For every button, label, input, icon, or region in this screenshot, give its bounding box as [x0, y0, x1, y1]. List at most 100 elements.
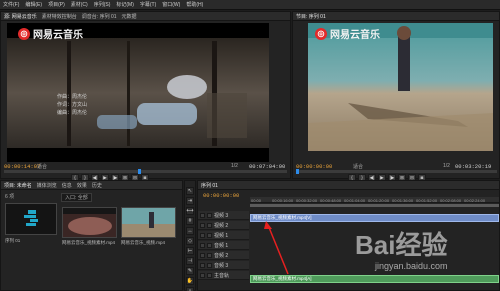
track-master: 主音轨: [198, 271, 249, 280]
menu-help[interactable]: 帮助(H): [186, 1, 203, 8]
tab-metadata[interactable]: 元数据: [122, 13, 137, 20]
menu-file[interactable]: 文件(F): [3, 1, 19, 8]
tab-history[interactable]: 历史: [92, 182, 102, 189]
program-scrub-bar[interactable]: [296, 170, 497, 173]
project-search-input[interactable]: 入口: 全部: [61, 193, 92, 202]
ruler-label: 00:01:36:00: [392, 198, 414, 203]
source-timecode-current[interactable]: 00:00:14:07: [4, 163, 40, 170]
baidu-watermark: Bai经验 jingyan.baidu.com: [355, 225, 495, 285]
source-watermark: ◎ 网易云音乐: [18, 26, 83, 41]
ruler-label: 00:00:16:00: [272, 198, 294, 203]
source-video-image: [7, 23, 269, 162]
lock-icon[interactable]: [207, 262, 212, 268]
lock-icon[interactable]: [207, 232, 212, 238]
netease-logo-icon: ◎: [315, 27, 327, 40]
work-area-bar[interactable]: [250, 204, 499, 207]
lock-icon[interactable]: [207, 242, 212, 248]
track-name: 音频 2: [214, 252, 229, 259]
timeline-tabbar: 序列 01: [198, 181, 499, 190]
source-fit-select[interactable]: 适合: [37, 163, 47, 170]
ruler-label: 00:01:20:00: [368, 198, 390, 203]
track-name: 视频 2: [214, 222, 229, 229]
tab-effects[interactable]: 效果: [77, 182, 87, 189]
lock-icon[interactable]: [207, 212, 212, 218]
selection-tool-icon[interactable]: ↖: [186, 187, 194, 195]
tab-effect-controls[interactable]: 素材特效控制台: [42, 13, 77, 20]
lock-icon[interactable]: [207, 222, 212, 228]
toggle-output-icon[interactable]: [200, 252, 205, 258]
tab-source[interactable]: 源: 网易云音乐: [4, 13, 37, 20]
menu-bar: 文件(F) 编辑(E) 项目(P) 素材(C) 序列(S) 标记(M) 字幕(T…: [0, 0, 500, 10]
sequence-thumbnail[interactable]: [5, 203, 57, 235]
ruler-label: 00:00: [251, 198, 262, 203]
annotation-arrow: [264, 221, 289, 275]
project-items-count: 6 项: [5, 194, 15, 200]
toggle-output-icon[interactable]: [200, 232, 205, 238]
source-scrub-bar[interactable]: [4, 170, 287, 173]
ruler-label: 00:02:24:00: [464, 198, 486, 203]
menu-sequence[interactable]: 序列(S): [94, 1, 111, 8]
tools-panel: ↖ ⇥ ⟷ # ↔ ◇ ⊢ ⊣ ✎ ✋ ⌕: [184, 180, 196, 291]
tab-audio-mixer[interactable]: 调音台: 序列 01: [82, 13, 117, 20]
track-select-tool-icon[interactable]: ⇥: [186, 197, 194, 205]
tab-info[interactable]: 信息: [62, 182, 72, 189]
tab-sequence-01[interactable]: 序列 01: [201, 182, 218, 189]
lock-icon[interactable]: [207, 272, 212, 278]
menu-clip[interactable]: 素材(C): [71, 1, 88, 8]
clip2-thumbnail[interactable]: [121, 207, 176, 238]
hand-tool-icon[interactable]: ✋: [186, 277, 194, 285]
slip-tool-icon[interactable]: ⊢: [186, 247, 194, 255]
ruler-label: 00:01:52:00: [416, 198, 438, 203]
ruler-label: 00:00:48:00: [320, 198, 342, 203]
sequence-icon: [24, 210, 38, 226]
slide-tool-icon[interactable]: ⊣: [186, 257, 194, 265]
razor-tool-icon[interactable]: ◇: [186, 237, 194, 245]
zoom-tool-icon[interactable]: ⌕: [186, 287, 194, 291]
program-timecode-duration: 00:03:20:19: [455, 163, 492, 170]
toggle-output-icon[interactable]: [200, 222, 205, 228]
ruler-label: 00:00:32:00: [296, 198, 318, 203]
tools-column: ↖ ⇥ ⟷ # ↔ ◇ ⊢ ⊣ ✎ ✋ ⌕: [186, 187, 194, 291]
track-video-3: 视频 3: [198, 211, 249, 220]
menu-title[interactable]: 字幕(T): [140, 1, 156, 8]
track-audio-3: 音频 3: [198, 261, 249, 270]
track-name: 音频 3: [214, 262, 229, 269]
clip1-thumbnail[interactable]: [62, 207, 117, 238]
program-watermark-text: 网易云音乐: [330, 30, 380, 41]
project-panel: 项目: 未命名 媒体浏览 信息 效果 历史 6 项 入口: 全部 序列 01 网…: [0, 180, 183, 291]
timeline-ruler[interactable]: 00:00 00:00:16:00 00:00:32:00 00:00:48:0…: [250, 197, 499, 203]
menu-project[interactable]: 项目(P): [48, 1, 65, 8]
netease-logo-icon: ◎: [18, 27, 30, 40]
toggle-output-icon[interactable]: [200, 272, 205, 278]
baidu-brand: Bai经验: [355, 230, 448, 260]
ripple-edit-tool-icon[interactable]: ⟷: [186, 207, 194, 215]
toggle-output-icon[interactable]: [200, 262, 205, 268]
menu-window[interactable]: 窗口(W): [162, 1, 180, 8]
track-audio-1: 音频 1: [198, 241, 249, 250]
program-playhead[interactable]: [296, 169, 299, 174]
rate-stretch-tool-icon[interactable]: ↔: [186, 227, 194, 235]
ruler-label: 00:02:08:00: [440, 198, 462, 203]
source-video-frame: ◎ 网易云音乐 作曲：周杰伦 作词：方文山 编曲：周杰伦: [7, 23, 269, 162]
track-audio-2: 音频 2: [198, 251, 249, 260]
clip2-image: [122, 208, 175, 237]
menu-marker[interactable]: 标记(M): [116, 1, 134, 8]
tab-program[interactable]: 节目: 序列 01: [296, 13, 326, 20]
program-fit-select[interactable]: 适合: [353, 163, 363, 170]
sequence-label: 序列 01: [5, 238, 21, 243]
menu-edit[interactable]: 编辑(E): [25, 1, 42, 8]
pen-tool-icon[interactable]: ✎: [186, 267, 194, 275]
program-tabbar: 节目: 序列 01: [293, 12, 499, 21]
toggle-output-icon[interactable]: [200, 212, 205, 218]
timeline-timecode[interactable]: 00:00:00:00: [203, 192, 239, 199]
toggle-output-icon[interactable]: [200, 242, 205, 248]
program-fraction-select[interactable]: 1/2: [443, 163, 450, 169]
track-video-2: 视频 2: [198, 221, 249, 230]
tab-project[interactable]: 项目: 未命名: [4, 182, 32, 189]
baidu-url: jingyan.baidu.com: [375, 261, 448, 271]
tab-media-browser[interactable]: 媒体浏览: [37, 182, 57, 189]
program-timecode-current[interactable]: 00:00:00:00: [296, 163, 332, 170]
rolling-edit-tool-icon[interactable]: #: [186, 217, 194, 225]
lock-icon[interactable]: [207, 252, 212, 258]
source-fraction-select[interactable]: 1/2: [231, 163, 238, 169]
